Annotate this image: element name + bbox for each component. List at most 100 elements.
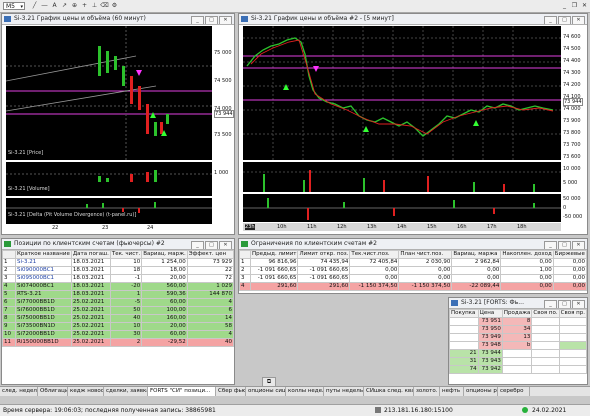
window-title-bar[interactable]: Si-3.21 График цены и объёма (60 минут) … — [2, 14, 234, 25]
text-tool-icon[interactable]: A — [50, 2, 59, 10]
y-tick: 73 500 — [214, 132, 232, 138]
workspace-tab[interactable]: Сбер фьюч — [216, 387, 246, 396]
table-row[interactable]: 9 Si73500BN1D 25.02.2021 10 20,00 58 — [2, 322, 234, 331]
workspace-tab[interactable]: сделки, заявка — [104, 387, 148, 396]
workspace-tab[interactable]: след. неделя — [0, 387, 38, 396]
table-row[interactable]: 2 -1 091 660,65 -1 091 660,65 0,00 0,00 0,00 1… — [239, 266, 587, 275]
ruler-icon[interactable]: ⊥ — [90, 2, 99, 10]
maximize-button[interactable]: □ — [205, 241, 218, 249]
order-book-row[interactable]: 74 73 942 — [449, 365, 587, 374]
close-button[interactable]: ✕ — [572, 16, 585, 24]
window-title-bar[interactable]: Si-3.21 График цены и объёма #2 - [5 мин… — [239, 14, 587, 25]
table-row[interactable]: 10 Si72000BB1D 25.02.2021 30 60,00 4 — [2, 330, 234, 339]
workspace-tab[interactable]: нефть — [440, 387, 464, 396]
table-row[interactable]: 4 Si074000BC1 18.03.2021 -20 560,00 1 029 — [2, 282, 234, 291]
window-title-bar[interactable]: Ограничения по клиентским счетам #2 _ □ ✕ — [239, 239, 587, 250]
workspace-tab[interactable]: серебро — [498, 387, 530, 396]
eraser-icon[interactable]: ⌫ — [100, 2, 109, 10]
volume-chart[interactable]: Si-3.21 [Volume] — [6, 162, 212, 196]
order-book-row[interactable]: 73 948 b — [449, 341, 587, 350]
column-header[interactable]: Предыд. лимит — [249, 250, 299, 259]
column-header[interactable]: Вариац. маржа — [451, 250, 502, 259]
order-book-row[interactable]: 73 951 8 — [449, 317, 587, 326]
minimize-button[interactable]: _ — [544, 16, 557, 24]
minimize-button[interactable]: _ — [544, 241, 557, 249]
maximize-button[interactable]: □ — [558, 241, 571, 249]
column-header[interactable]: Краткое название — [15, 250, 72, 259]
table-row[interactable]: 6 Si77000BB1D 25.02.2021 -5 60,00 4 — [2, 298, 234, 307]
workspace-tab[interactable]: Облигации — [38, 387, 68, 396]
workspace-tab[interactable]: СИшка след. квартал — [364, 387, 414, 396]
maximize-button[interactable]: □ — [205, 16, 218, 24]
workspace-tab[interactable]: золото. — [414, 387, 440, 396]
table-row[interactable]: 3 -1 091 660,65 -1 091 660,65 0,00 0,00 0,00 0… — [239, 274, 587, 283]
column-header[interactable] — [2, 250, 16, 259]
table-row[interactable]: 5 RTS-3.21 18.03.2021 1 590,36 144 870 — [2, 290, 234, 299]
column-header[interactable] — [239, 250, 251, 259]
table-row[interactable]: 11 Ri150000BB1D 25.02.2021 2 -29,52 40 — [2, 338, 234, 347]
close-button[interactable]: ✕ — [572, 300, 585, 308]
workspace-tab[interactable]: опционы ртс — [464, 387, 498, 396]
workspace-tab[interactable]: опционы сишка — [246, 387, 286, 396]
column-header[interactable]: Своя по. — [531, 309, 560, 318]
line-tool-icon[interactable]: ― — [40, 2, 49, 10]
positions-window[interactable]: Позиции по клиентским счетам (фьючерсы) … — [1, 238, 235, 385]
price-chart[interactable] — [243, 26, 561, 160]
maximize-button[interactable]: □ — [558, 300, 571, 308]
close-button[interactable]: ✕ — [572, 241, 585, 249]
limits-window[interactable]: Ограничения по клиентским счетам #2 _ □ ✕ … — [238, 238, 588, 294]
minimize-button[interactable]: _ — [191, 241, 204, 249]
column-header[interactable]: Вариац. марж. — [141, 250, 188, 259]
minimize-icon[interactable]: _ — [560, 2, 569, 10]
workspace-tab[interactable]: коллы неделя — [286, 387, 324, 396]
chart-window-60min[interactable]: Si-3.21 График цены и объёма (60 минут) … — [1, 13, 235, 235]
order-book-row[interactable]: 73 950 34 — [449, 325, 587, 334]
table-row[interactable]: 8 Si75000BB1D 25.02.2021 40 160,00 14 — [2, 314, 234, 323]
column-header[interactable]: Тек. чист. — [109, 250, 143, 259]
column-header[interactable]: Эффект. цен — [186, 250, 234, 259]
chart-tool-icon[interactable]: ╱ — [30, 2, 39, 10]
window-title-bar[interactable]: Позиции по клиентским счетам (фьючерсы) … — [2, 239, 234, 250]
window-title-bar[interactable]: Si-3.21 [FORTS: Фь... _ □ ✕ — [449, 298, 587, 309]
table-row[interactable]: 3 Si095000BC1 18.03.2021 -1 20,00 72 — [2, 274, 234, 283]
order-book-window[interactable]: Si-3.21 [FORTS: Фь... _ □ ✕ Покупка Цена П… — [448, 297, 588, 385]
column-header[interactable]: Покупка — [449, 309, 479, 318]
volume-chart[interactable] — [243, 162, 561, 192]
arrow-tool-icon[interactable]: ↗ — [60, 2, 69, 10]
restore-icon[interactable]: ❐ — [570, 2, 579, 10]
delta-chart[interactable] — [243, 194, 561, 222]
column-header[interactable]: Тек.чист.поз. — [349, 250, 400, 259]
workspace-tab[interactable]: кедж новости — [68, 387, 104, 396]
close-button[interactable]: ✕ — [219, 16, 232, 24]
order-book-row[interactable]: 73 949 13 — [449, 333, 587, 342]
column-header[interactable]: Своя пр. — [558, 309, 587, 318]
close-icon[interactable]: ✕ — [580, 2, 589, 10]
settings-icon[interactable]: ⚙ — [110, 2, 119, 10]
minimize-button[interactable]: _ — [544, 300, 557, 308]
order-book-row[interactable]: 31 73 943 — [449, 357, 587, 366]
column-header[interactable]: Цена — [477, 309, 503, 318]
table-row[interactable]: 7 Si76000BB1D 25.02.2021 50 100,00 6 — [2, 306, 234, 315]
table-row[interactable]: 2 Si090000BC1 18.03.2021 18 18,00 22 — [2, 266, 234, 275]
cursor-icon[interactable]: + — [80, 2, 89, 10]
timeframe-select[interactable]: M5 ▾ — [3, 2, 25, 10]
column-header[interactable]: Дата погаш. — [70, 250, 111, 259]
table-row[interactable]: 1 96 816,96 74 435,94 72 405,84 2 030,90 2 96… — [239, 258, 587, 267]
zoom-icon[interactable]: ⊕ — [70, 2, 79, 10]
column-header[interactable]: Биржевые — [552, 250, 587, 259]
chart-window-5min[interactable]: Si-3.21 График цены и объёма #2 - [5 мин… — [238, 13, 588, 235]
order-book-row[interactable]: 21 73 944 — [449, 349, 587, 358]
column-header[interactable]: Продажа — [501, 309, 533, 318]
price-chart[interactable]: Si-3.21 [Price] — [5, 26, 212, 160]
workspace-tab[interactable]: путы неделька — [324, 387, 364, 396]
column-header[interactable]: Накоплен. доход — [500, 250, 554, 259]
table-row[interactable]: 1 Si-3.21 18.03.2021 10 1 254,00 73 929 — [2, 258, 234, 267]
delta-chart[interactable]: Si-3.21 [Delta (Pit Volume Divergence) (… — [6, 198, 212, 224]
maximize-button[interactable]: □ — [558, 16, 571, 24]
column-header[interactable]: План чист.поз. — [398, 250, 453, 259]
close-button[interactable]: ✕ — [219, 241, 232, 249]
minimize-button[interactable]: _ — [191, 16, 204, 24]
column-header[interactable]: Лимит откр. поз. — [297, 250, 351, 259]
workspace-tab[interactable]: FORTS "СИ" позици... — [148, 387, 216, 396]
table-row[interactable]: 4 291,60 291,60 -1 150 374,50 -1 150 374,50-… — [239, 282, 587, 291]
